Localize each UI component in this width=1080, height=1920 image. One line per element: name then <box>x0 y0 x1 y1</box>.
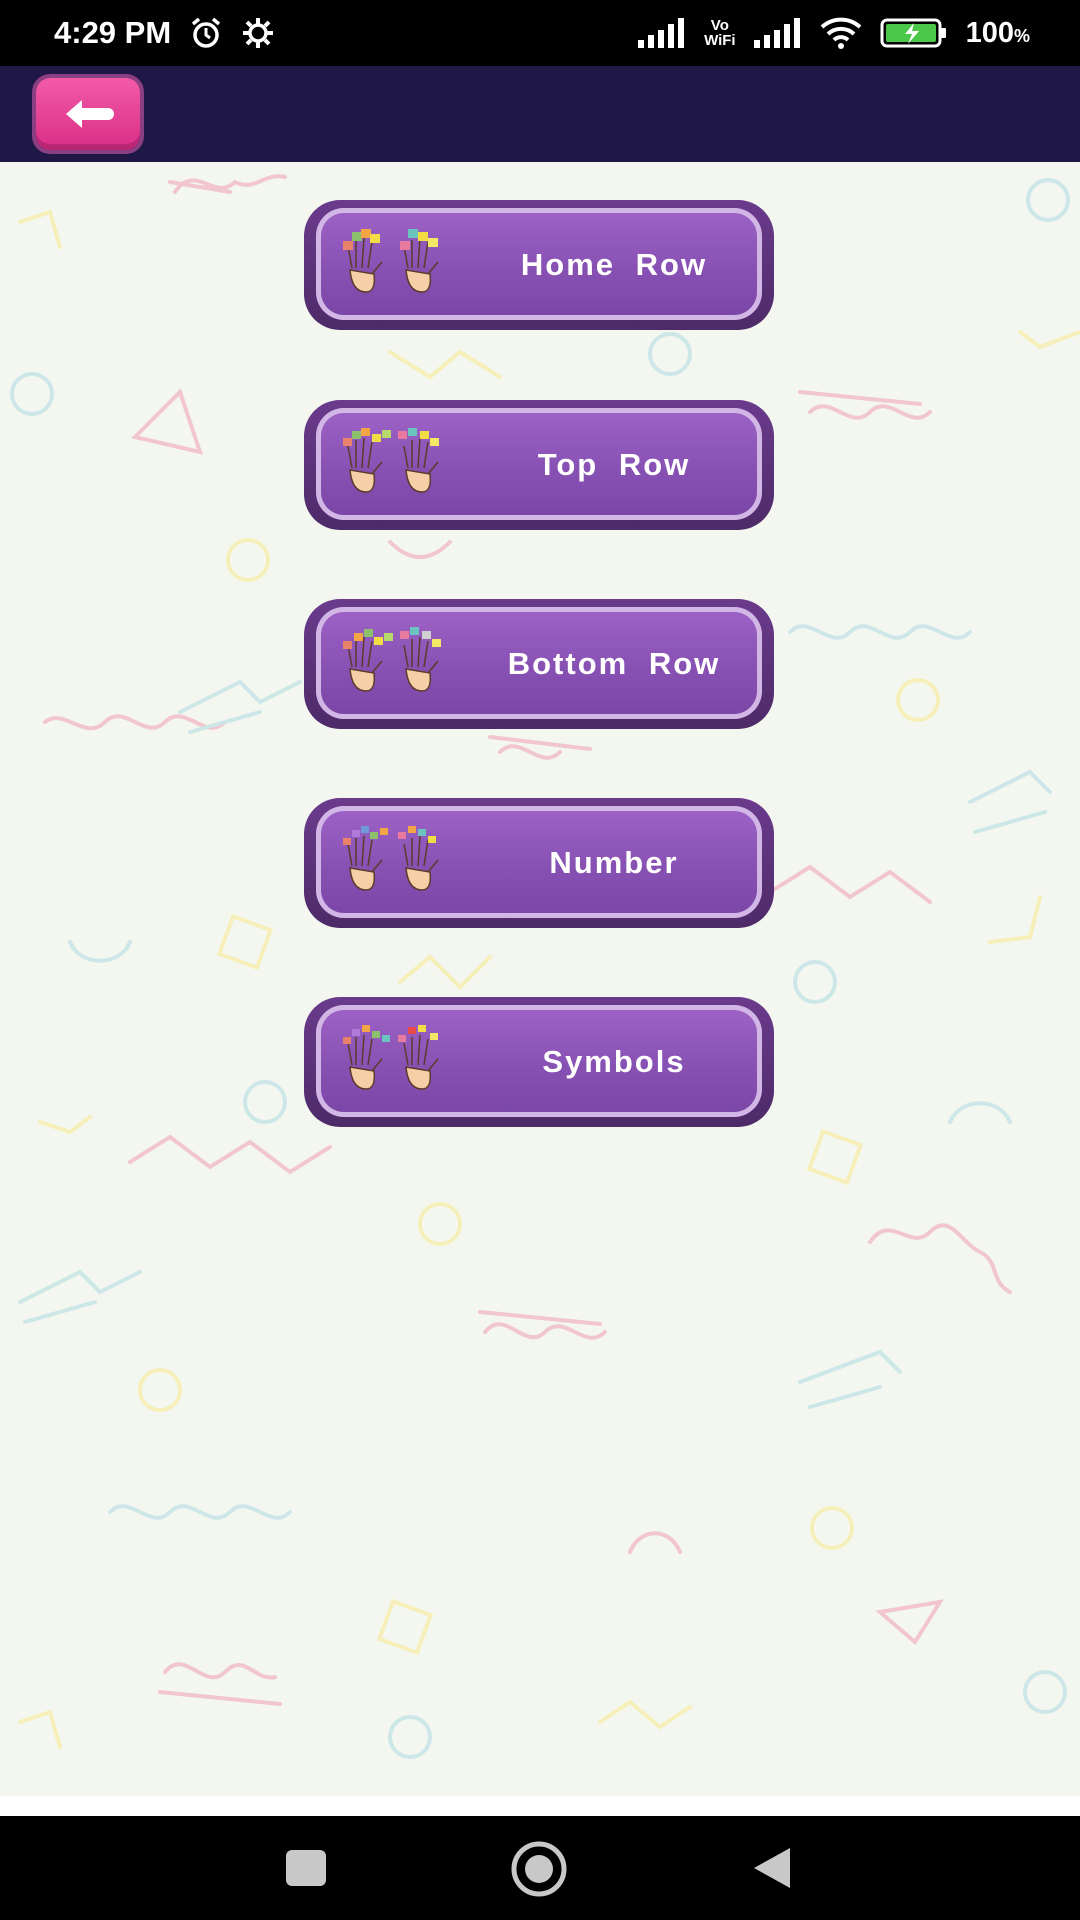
battery-value: 100 <box>965 16 1014 49</box>
menu-button-label: Symbols <box>542 1044 686 1079</box>
wifi-icon <box>820 17 862 49</box>
settings-gear-icon <box>241 16 275 50</box>
bottom-strip <box>0 1796 1080 1816</box>
hands-keys-icon <box>342 627 462 698</box>
menu-button-top-row[interactable]: Top Row <box>304 400 774 530</box>
hands-keys-icon <box>342 1025 462 1096</box>
battery-level: 100% <box>966 17 1030 50</box>
menu-button-label: Home Row <box>520 247 708 282</box>
menu-button-home-row[interactable]: Home Row <box>304 200 774 330</box>
back-triangle-icon[interactable] <box>750 1846 792 1895</box>
menu-button-label: Number <box>549 845 679 880</box>
hands-keys-icon <box>342 228 462 299</box>
signal-icon <box>638 18 686 48</box>
main-content: Home Row Top Row Bottom Row Number Symbo… <box>0 162 1080 1796</box>
back-button[interactable] <box>36 78 140 150</box>
vowifi-icon: Vo WiFi <box>704 18 736 48</box>
hands-keys-icon <box>342 428 462 499</box>
battery-charging-icon <box>880 18 948 48</box>
system-nav-bar <box>0 1816 1080 1920</box>
status-bar: 4:29 PM Vo WiFi 100% <box>0 0 1080 66</box>
signal-icon <box>753 18 802 48</box>
vowifi-label: WiFi <box>704 32 736 49</box>
hands-keys-icon <box>342 826 462 897</box>
menu-button-number[interactable]: Number <box>304 798 774 928</box>
menu-button-label: Top Row <box>537 447 691 482</box>
arrow-left-icon <box>66 100 114 128</box>
recents-square-icon[interactable] <box>286 1850 326 1891</box>
menu-button-bottom-row[interactable]: Bottom Row <box>304 599 774 729</box>
alarm-icon <box>189 16 223 50</box>
home-circle-icon[interactable] <box>510 1840 568 1903</box>
battery-unit: % <box>1013 25 1030 46</box>
menu-button-symbols[interactable]: Symbols <box>304 997 774 1127</box>
app-bar <box>0 66 1080 162</box>
status-time: 4:29 PM <box>54 15 172 50</box>
menu-button-label: Bottom Row <box>507 646 721 681</box>
